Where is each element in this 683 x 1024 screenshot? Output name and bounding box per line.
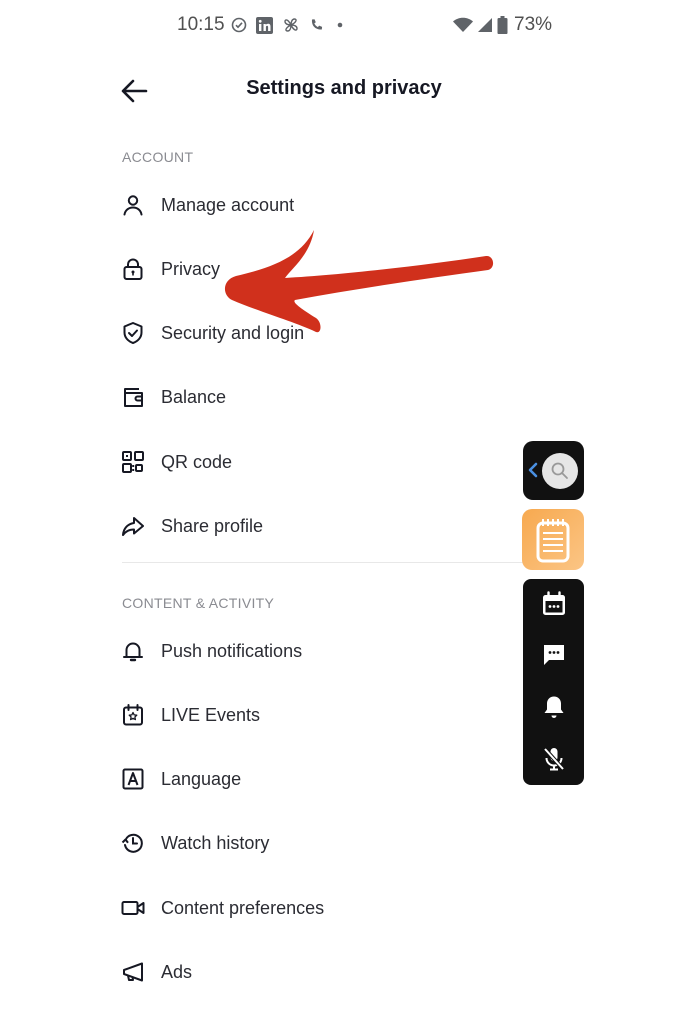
menu-item-label: Manage account bbox=[161, 194, 295, 215]
shield-check-icon bbox=[120, 320, 146, 346]
wifi-icon bbox=[453, 17, 473, 32]
menu-item-watch-history[interactable]: Watch history bbox=[120, 821, 520, 865]
menu-item-security-and-login[interactable]: Security and login bbox=[120, 311, 520, 355]
menu-item-qr-code[interactable]: QR code bbox=[120, 440, 520, 484]
menu-item-content-preferences[interactable]: Content preferences bbox=[120, 886, 520, 930]
menu-item-label: Balance bbox=[161, 386, 227, 407]
menu-item-label: Security and login bbox=[161, 322, 305, 343]
quick-chat-button[interactable] bbox=[537, 638, 571, 672]
calendar-icon bbox=[543, 591, 565, 615]
menu-item-label: Ads bbox=[161, 961, 193, 982]
section-label-account: ACCOUNT bbox=[122, 149, 194, 165]
chevron-left-icon bbox=[528, 462, 538, 478]
bell-icon bbox=[120, 638, 146, 664]
menu-item-label: Privacy bbox=[161, 258, 221, 279]
search-icon bbox=[551, 462, 568, 479]
floating-notepad-button[interactable] bbox=[522, 509, 584, 570]
menu-item-label: Push notifications bbox=[161, 640, 303, 661]
dot-icon bbox=[337, 22, 343, 28]
menu-item-label: QR code bbox=[161, 451, 233, 472]
video-camera-icon bbox=[120, 895, 146, 921]
quick-calendar-button[interactable] bbox=[537, 587, 571, 621]
menu-item-live-events[interactable]: LIVE Events bbox=[120, 693, 520, 737]
signal-icon bbox=[478, 18, 492, 32]
menu-item-label: Content preferences bbox=[161, 897, 325, 918]
phone-icon bbox=[311, 18, 323, 30]
lock-icon bbox=[120, 256, 146, 282]
person-icon bbox=[120, 192, 146, 218]
battery-icon bbox=[497, 16, 508, 34]
qr-code-icon bbox=[120, 449, 146, 475]
linkedin-icon bbox=[256, 16, 273, 34]
mic-off-icon bbox=[543, 747, 565, 771]
menu-item-push-notifications[interactable]: Push notifications bbox=[120, 629, 520, 673]
history-icon bbox=[120, 830, 146, 856]
quick-mic-off-button[interactable] bbox=[537, 742, 571, 776]
floating-quick-bar bbox=[523, 579, 584, 785]
share-arrow-icon bbox=[120, 513, 146, 539]
bell-icon bbox=[544, 696, 564, 718]
letter-a-icon bbox=[120, 766, 146, 792]
floating-search-button[interactable] bbox=[523, 441, 584, 500]
chat-bubble-icon bbox=[544, 645, 564, 665]
menu-item-label: Share profile bbox=[161, 515, 264, 536]
menu-item-ads[interactable]: Ads bbox=[120, 950, 520, 994]
menu-item-language[interactable]: Language bbox=[120, 757, 520, 801]
notepad-icon bbox=[536, 519, 570, 563]
battery-percent: 73% bbox=[514, 14, 553, 35]
menu-item-privacy[interactable]: Privacy bbox=[120, 247, 520, 291]
menu-item-balance[interactable]: Balance bbox=[120, 375, 520, 419]
wallet-icon bbox=[120, 384, 146, 410]
status-bar: 10:15 73% bbox=[0, 0, 683, 52]
section-divider bbox=[122, 562, 542, 563]
menu-item-share-profile[interactable]: Share profile bbox=[120, 504, 520, 548]
section-label-content-activity: CONTENT & ACTIVITY bbox=[122, 595, 275, 611]
menu-item-label: Language bbox=[161, 768, 242, 789]
menu-item-label: LIVE Events bbox=[161, 704, 261, 725]
megaphone-icon bbox=[120, 959, 146, 985]
page-title: Settings and privacy bbox=[246, 77, 442, 99]
calendar-star-icon bbox=[120, 702, 146, 728]
menu-item-manage-account[interactable]: Manage account bbox=[120, 183, 520, 227]
quick-notification-button[interactable] bbox=[537, 690, 571, 724]
menu-item-label: Watch history bbox=[161, 832, 270, 853]
pinwheel-icon bbox=[284, 18, 298, 32]
check-circle-icon bbox=[231, 17, 247, 33]
header: Settings and privacy bbox=[0, 62, 683, 118]
status-time: 10:15 bbox=[177, 14, 225, 35]
